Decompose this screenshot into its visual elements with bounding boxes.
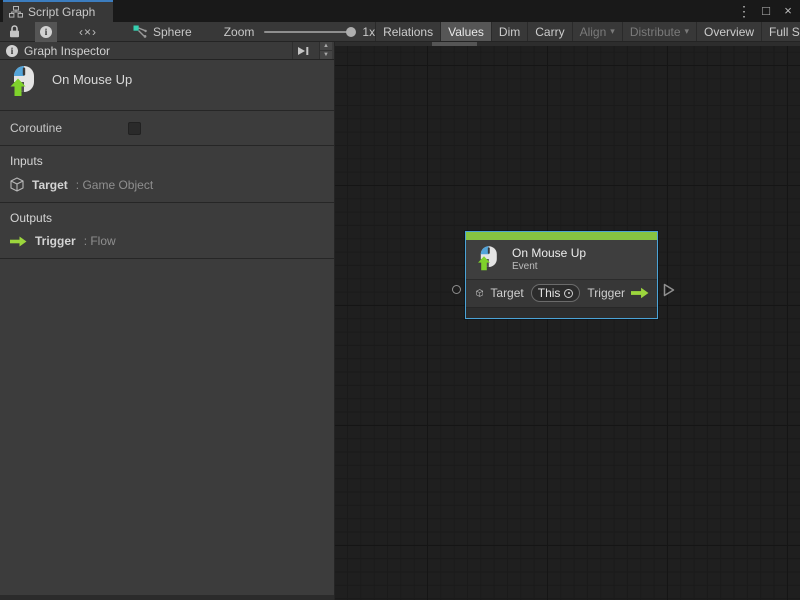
node-header[interactable]: On Mouse Up Event — [466, 240, 657, 279]
inspector-empty-area — [0, 258, 334, 595]
zoom-label: Zoom — [224, 25, 255, 39]
trigger-port-label: Trigger — [587, 286, 625, 300]
lock-icon — [9, 25, 20, 38]
overview-button[interactable]: Overview — [696, 22, 761, 41]
node-title: On Mouse Up — [512, 246, 586, 260]
zoom-slider-handle[interactable] — [346, 27, 356, 37]
inspector-title: Graph Inspector — [24, 44, 110, 58]
info-icon: i — [6, 45, 18, 57]
flow-arrow-icon — [10, 236, 27, 247]
outputs-section: Outputs Trigger : Flow — [0, 202, 334, 258]
inspector-header: i Graph Inspector ▲ ▼ — [0, 42, 334, 60]
values-button[interactable]: Values — [440, 22, 491, 41]
on-mouse-up-icon — [476, 245, 500, 273]
unit-title-block: On Mouse Up — [0, 60, 334, 110]
dock-right-icon — [297, 46, 309, 56]
output-port-row: Trigger : Flow — [10, 234, 334, 248]
info-icon: i — [40, 26, 52, 38]
window-controls: ⋮ □ × — [736, 0, 796, 22]
port-type: : Flow — [84, 234, 116, 248]
inspector-toggle-button[interactable]: i — [35, 22, 57, 42]
toolbar-buttons: Relations Values Dim Carry Align ▾ Distr… — [375, 22, 800, 41]
target-value: This — [538, 286, 561, 300]
on-mouse-up-icon — [8, 64, 38, 100]
port-name: Target — [32, 178, 68, 192]
input-connection-port[interactable] — [452, 285, 461, 294]
input-port-row: Target : Game Object — [10, 177, 334, 192]
distribute-dropdown[interactable]: Distribute ▾ — [622, 22, 696, 41]
graph-canvas[interactable]: On Mouse Up Event Target This Trigger — [335, 42, 800, 600]
on-mouse-up-node[interactable]: On Mouse Up Event Target This Trigger — [465, 231, 658, 319]
coroutine-checkbox[interactable] — [128, 122, 141, 135]
game-object-cube-icon — [476, 286, 483, 300]
inputs-title: Inputs — [10, 154, 334, 168]
coroutine-label: Coroutine — [10, 121, 128, 135]
align-dropdown[interactable]: Align ▾ — [572, 22, 622, 41]
output-connection-port[interactable] — [663, 283, 675, 297]
unit-title: On Mouse Up — [52, 72, 132, 110]
tab-bar: Script Graph ⋮ □ × — [0, 0, 800, 22]
code-preview-button[interactable]: ‹×› — [79, 25, 97, 39]
chevron-down-icon: ▾ — [685, 26, 690, 37]
dim-button[interactable]: Dim — [491, 22, 527, 41]
tab-label: Script Graph — [28, 5, 95, 19]
zoom-slider[interactable] — [264, 31, 354, 33]
carry-button[interactable]: Carry — [527, 22, 571, 41]
graph-context[interactable]: Sphere — [133, 25, 192, 39]
zoom-value: 1x — [362, 25, 375, 39]
horizontal-scrollbar-thumb[interactable] — [432, 42, 477, 46]
scroll-down-button[interactable]: ▼ — [320, 50, 332, 59]
script-graph-window: Script Graph ⋮ □ × i ‹×› Sphe — [0, 0, 800, 600]
flow-arrow-icon — [631, 287, 649, 299]
panel-scroll-buttons: ▲ ▼ — [319, 42, 332, 59]
target-value-field[interactable]: This — [531, 284, 581, 302]
object-picker-icon[interactable] — [564, 289, 573, 298]
target-port-label: Target — [490, 286, 523, 300]
close-icon[interactable]: × — [780, 1, 796, 21]
horizontal-scrollbar[interactable] — [335, 42, 800, 46]
node-subtitle: Event — [512, 261, 586, 273]
zoom-control: Zoom 1x — [224, 25, 375, 39]
window-menu-icon[interactable]: ⋮ — [736, 1, 752, 21]
coroutine-row: Coroutine — [0, 110, 334, 145]
graph-inspector-panel: i Graph Inspector ▲ ▼ — [0, 42, 335, 600]
full-screen-button[interactable]: Full Screen — [761, 22, 800, 41]
context-label: Sphere — [153, 25, 192, 39]
game-object-cube-icon — [10, 177, 24, 192]
chevron-down-icon: ▾ — [610, 26, 615, 37]
node-port-row: Target This Trigger — [466, 279, 657, 307]
port-name: Trigger — [35, 234, 76, 248]
port-type: : Game Object — [76, 178, 153, 192]
dock-panel-button[interactable] — [292, 42, 313, 59]
scroll-up-button[interactable]: ▲ — [320, 42, 332, 50]
inspector-bottom-strip — [0, 595, 334, 600]
script-graph-asset-icon — [133, 25, 147, 38]
node-accent-bar — [466, 232, 657, 240]
graph-hierarchy-icon — [9, 6, 23, 18]
maximize-icon[interactable]: □ — [758, 1, 774, 21]
relations-button[interactable]: Relations — [375, 22, 440, 41]
outputs-title: Outputs — [10, 211, 334, 225]
node-footer — [466, 307, 657, 318]
graph-toolbar: i ‹×› Sphere Zoom 1x Relations Values Di… — [0, 22, 800, 42]
tab-script-graph[interactable]: Script Graph — [3, 0, 113, 22]
lock-button[interactable] — [4, 22, 25, 42]
inputs-section: Inputs Target : Game Object — [0, 145, 334, 202]
